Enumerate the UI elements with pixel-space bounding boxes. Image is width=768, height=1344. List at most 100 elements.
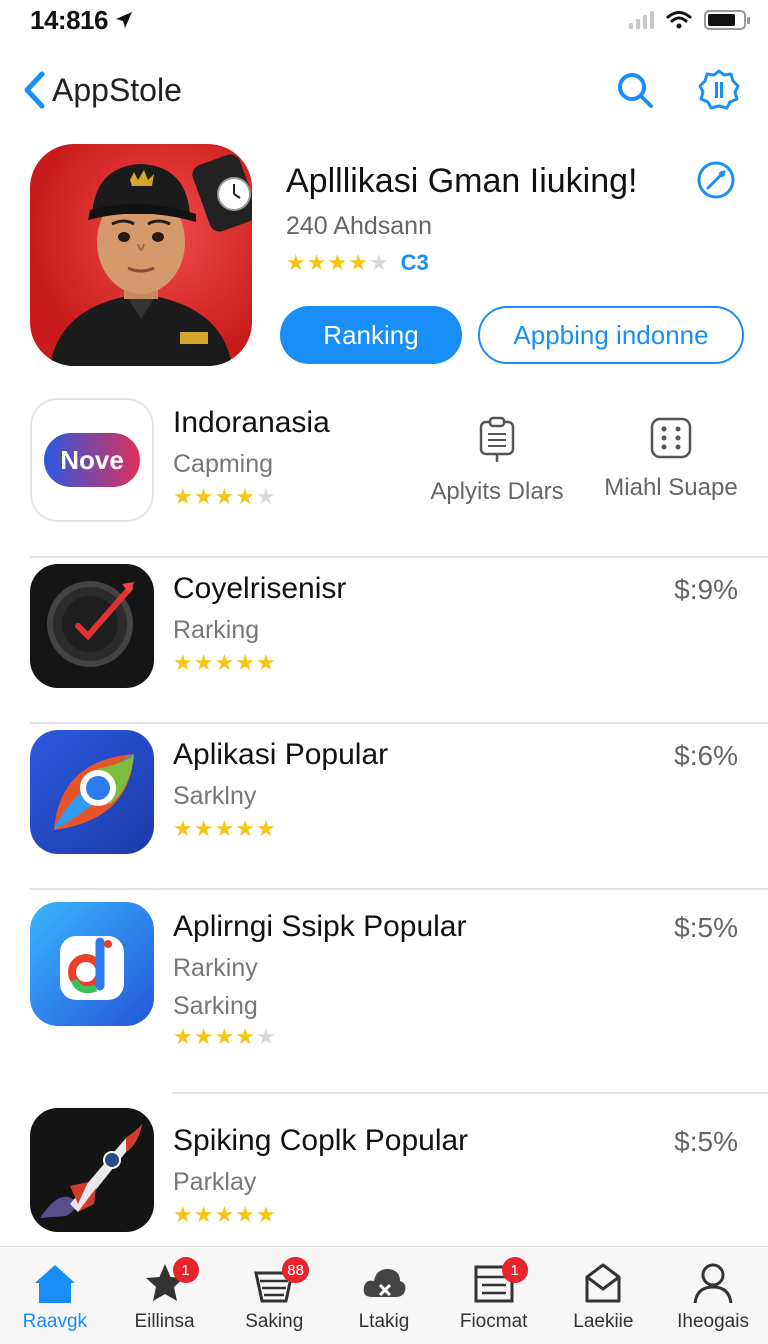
star-icon: ★ — [173, 484, 193, 509]
star-icon: ★ — [235, 816, 255, 841]
app-icon — [30, 1108, 154, 1232]
ranking-button[interactable]: Ranking — [280, 306, 462, 364]
star-icon: ★ — [193, 1202, 214, 1227]
notification-badge: 88 — [282, 1257, 309, 1283]
list-item[interactable]: Coyelrisenisr Rarking ★ ★ ★ ★ ★ $:9% — [0, 558, 768, 724]
star-icon: ★ — [193, 484, 214, 509]
badge-gear-icon — [698, 69, 740, 110]
nav-bar: AppStole — [0, 60, 768, 120]
wifi-icon — [666, 11, 692, 29]
star-rating: ★ ★ ★ ★ ★ — [286, 252, 389, 274]
star-icon: ★ — [173, 650, 193, 675]
star-icon: ★ — [255, 1024, 276, 1049]
notification-badge: 1 — [172, 1257, 199, 1283]
app-icon — [30, 564, 154, 688]
action-aplyits-dlars[interactable]: Aplyits Dlars — [422, 416, 572, 506]
chevron-left-icon — [24, 71, 45, 109]
star-icon: ★ — [173, 1024, 193, 1049]
featured-title: Aplllikasi Gman Iiuking! — [286, 162, 638, 200]
star-icon: ★ — [173, 1202, 193, 1227]
rating-tag: C3 — [400, 250, 429, 275]
tab-label: Saking — [245, 1311, 304, 1332]
notification-badge: 1 — [501, 1257, 528, 1283]
app-subtitle: Rarking — [173, 616, 260, 644]
tab-profile[interactable]: Iheogais — [663, 1261, 763, 1333]
tab-label: Eillinsa — [134, 1311, 195, 1332]
compass-edit-button[interactable] — [696, 160, 736, 205]
settings-button[interactable] — [696, 67, 742, 113]
star-rating: ★ ★ ★ ★ ★ — [173, 1026, 276, 1048]
app-list: Nove Indoranasia Capming ★ ★ ★ ★ ★ Aplyits D… — [0, 392, 768, 1260]
featured-rating: ★ ★ ★ ★ ★ C3 — [286, 250, 429, 276]
star-icon: ★ — [193, 1024, 214, 1049]
app-subtitle: Parklay — [173, 1168, 257, 1196]
person-icon — [693, 1263, 733, 1304]
tab-label: Raavgk — [22, 1311, 88, 1332]
star-rating: ★ ★ ★ ★ ★ — [173, 486, 276, 508]
star-icon: ★ — [193, 650, 214, 675]
tab-label: Iheogais — [677, 1311, 749, 1332]
featured-subtitle: 240 Ahdsann — [286, 212, 432, 240]
list-item[interactable]: Nove Indoranasia Capming ★ ★ ★ ★ ★ Aplyits D… — [0, 392, 768, 558]
app-icon — [30, 730, 154, 854]
app-price: $:5% — [674, 1126, 738, 1157]
list-item[interactable]: Aplikasi Popular Sarklny ★ ★ ★ ★ ★ $:6% — [0, 724, 768, 890]
star-icon: ★ — [255, 1202, 276, 1227]
app-price: $:5% — [674, 912, 738, 943]
app-price: $:6% — [674, 740, 738, 771]
star-icon: ★ — [214, 650, 235, 675]
star-rating: ★ ★ ★ ★ ★ — [173, 1204, 276, 1226]
star-icon: ★ — [235, 650, 255, 675]
app-title: Coyelrisenisr — [173, 572, 347, 605]
star-icon: ★ — [255, 816, 276, 841]
app-subtitle-secondary: Sarking — [173, 992, 258, 1020]
compass-edit-icon — [697, 161, 735, 199]
app-price: $:9% — [674, 574, 738, 605]
tab-cloud[interactable]: Ltakig — [334, 1261, 434, 1333]
star-icon: ★ — [255, 484, 276, 509]
tab-label: Ltakig — [358, 1311, 410, 1332]
star-icon: ★ — [368, 250, 389, 275]
action-label: Miahl Suape — [604, 474, 738, 501]
star-icon: ★ — [327, 250, 348, 275]
featured-app-icon[interactable] — [30, 144, 252, 366]
list-item[interactable]: Aplirngi Ssipk Popular Rarkiny Sarking ★… — [0, 890, 768, 1094]
cloud-icon — [363, 1269, 406, 1297]
secondary-button[interactable]: Appbing indonne — [478, 306, 744, 364]
search-button[interactable] — [612, 67, 658, 113]
tab-bar: Raavgk 1 Eillinsa 88 Saking Ltakig 1 Fio… — [0, 1246, 768, 1344]
tab-label: Laekiie — [573, 1311, 634, 1332]
tab-list[interactable]: 1 Fiocmat — [444, 1257, 544, 1333]
dial-icon — [47, 581, 134, 667]
app-subtitle: Sarklny — [173, 782, 257, 810]
star-icon: ★ — [193, 816, 214, 841]
star-icon: ★ — [306, 250, 327, 275]
list-item[interactable]: Spiking Coplk Popular Parklay ★ ★ ★ ★ ★ $:5% — [0, 1094, 768, 1260]
star-icon: ★ — [255, 650, 276, 675]
chrome-leaf-icon — [54, 754, 134, 830]
tab-box[interactable]: Laekiie — [553, 1261, 653, 1333]
action-miahl-suape[interactable]: Miahl Suape — [596, 416, 746, 502]
app-title: Spiking Coplk Popular — [173, 1124, 469, 1157]
tab-stack[interactable]: 88 Saking — [224, 1257, 324, 1333]
featured-app: Aplllikasi Gman Iiuking! 240 Ahdsann ★ ★ ★… — [0, 142, 768, 372]
star-icon: ★ — [286, 250, 306, 275]
app-subtitle: Rarkiny — [173, 954, 258, 982]
dice-grid-icon — [650, 417, 692, 459]
star-icon: ★ — [348, 250, 368, 275]
action-label: Aplyits Dlars — [430, 478, 564, 505]
status-indicators — [629, 10, 750, 30]
tab-home[interactable]: Raavgk — [5, 1261, 105, 1333]
star-icon: ★ — [173, 816, 193, 841]
star-rating: ★ ★ ★ ★ ★ — [173, 652, 276, 674]
star-icon: ★ — [214, 1202, 235, 1227]
star-icon: ★ — [214, 1024, 235, 1049]
app-subtitle: Capming — [173, 450, 274, 478]
app-title: Aplirngi Ssipk Popular — [173, 910, 467, 943]
battery-icon — [704, 10, 750, 30]
avatar-illustration — [50, 154, 252, 366]
tab-star[interactable]: 1 Eillinsa — [115, 1257, 215, 1333]
back-button[interactable]: AppStole — [22, 70, 182, 110]
search-icon — [618, 73, 653, 108]
star-icon: ★ — [235, 1024, 255, 1049]
